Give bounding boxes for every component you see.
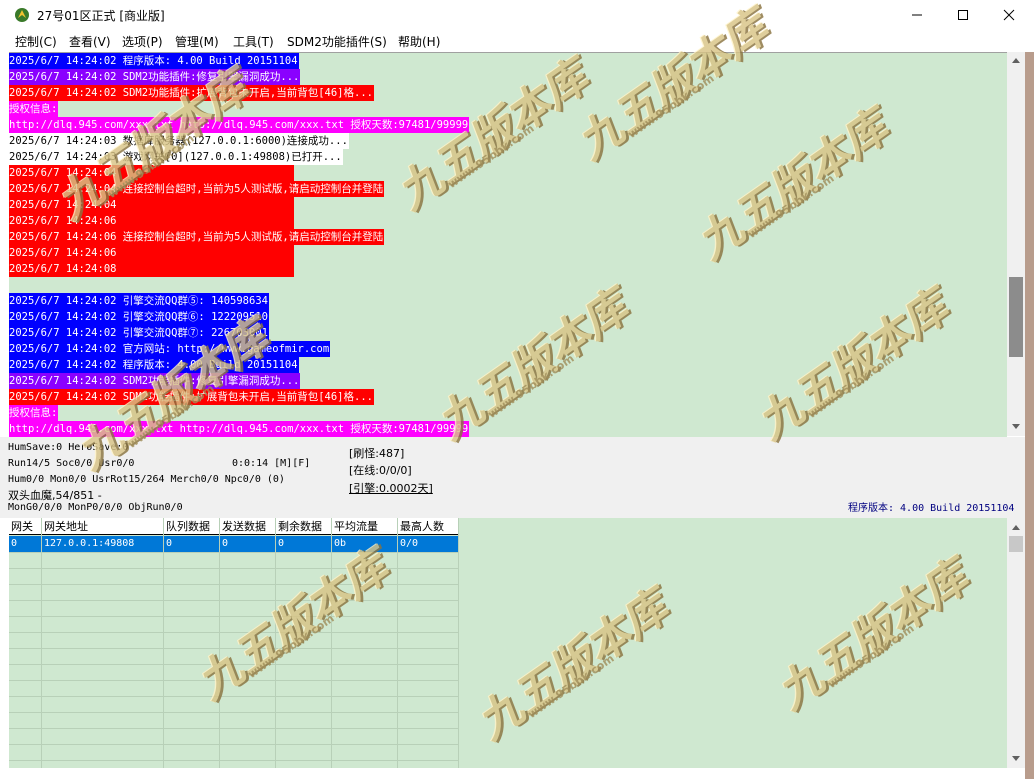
close-icon	[1003, 9, 1015, 21]
col-send-data[interactable]: 发送数据	[220, 518, 276, 535]
col-remaining-data[interactable]: 剩余数据	[276, 518, 332, 535]
cell-queue[interactable]: 0	[164, 536, 220, 552]
col-max-users[interactable]: 最高人数	[398, 518, 459, 535]
monster-gen-stats: MonG0/0/0 MonP0/0/0 ObjRun0/0	[8, 502, 183, 513]
log-line: 2025/6/7 14:24:08	[9, 261, 294, 277]
stats-panel: HumSave:0 HeroSave:0 Run14/5 Soc0/0 Usr0…	[0, 437, 1034, 518]
grid-line	[9, 712, 459, 713]
col-avg-traffic[interactable]: 平均流量	[332, 518, 398, 535]
log-line: 2025/6/7 14:24:02 引擎交流QQ群⑥: 122209510	[9, 309, 269, 325]
grid-line	[9, 552, 459, 553]
cell-address[interactable]: 127.0.0.1:49808	[42, 536, 164, 552]
col-gateway-address[interactable]: 网关地址	[42, 518, 164, 535]
grid-line	[9, 600, 459, 601]
grid-line	[9, 632, 459, 633]
scroll-up-icon[interactable]	[1012, 57, 1020, 63]
save-stats: HumSave:0 HeroSave:0	[8, 442, 129, 453]
maximize-icon	[958, 10, 968, 20]
cell-send[interactable]: 0	[220, 536, 276, 552]
menu-help[interactable]: 帮助(H)	[398, 33, 440, 50]
menu-sdm2-plugin[interactable]: SDM2功能插件(S)	[287, 33, 387, 50]
grid-line	[397, 518, 398, 768]
minimize-icon	[912, 14, 922, 16]
scroll-up-icon[interactable]	[1012, 524, 1020, 530]
menu-options[interactable]: 选项(P)	[122, 33, 163, 50]
grid-line	[9, 696, 459, 697]
grid-line	[9, 568, 459, 569]
col-gateway[interactable]: 网关	[9, 518, 42, 535]
log-line: 2025/6/7 14:24:06 连接控制台超时,当前为5人测试版,请启动控制…	[9, 229, 385, 245]
log-line: 2025/6/7 14:24:04	[9, 197, 294, 213]
cell-avg-traffic[interactable]: 0b	[332, 536, 398, 552]
online-count: [在线:0/0/0]	[349, 464, 412, 477]
log-line: 2025/6/7 14:24:02 引擎交流QQ群⑤: 140598634	[9, 293, 269, 309]
cell-gateway[interactable]: 0	[9, 536, 42, 552]
log-line: 2025/6/7 14:24:02 程序版本: 4.00 Build 20151…	[9, 53, 299, 69]
desktop-background-strip	[1025, 52, 1034, 779]
grid-line	[163, 518, 164, 768]
log-line: 授权信息:	[9, 405, 59, 421]
log-line: 授权信息:	[9, 101, 59, 117]
app-dragon-icon	[15, 8, 29, 22]
log-scrollbar[interactable]	[1007, 52, 1025, 436]
log-line: 2025/6/7 14:24:02 程序版本: 4.00 Build 20151…	[9, 357, 299, 373]
log-line: 2025/6/7 14:24:06	[9, 245, 294, 261]
scroll-down-icon[interactable]	[1012, 756, 1020, 762]
server-log[interactable]: 2025/6/7 14:24:02 程序版本: 4.00 Build 20151…	[9, 52, 1007, 437]
menu-bar: 控制(C) 查看(V) 选项(P) 管理(M) 工具(T) SDM2功能插件(S…	[0, 30, 1034, 51]
gateway-table[interactable]: 网关 网关地址 队列数据 发送数据 剩余数据 平均流量 最高人数 0 127.0…	[9, 518, 1007, 768]
grid-line	[9, 664, 459, 665]
engine-days: [引擎:0.0002天]	[349, 482, 433, 495]
grid-line	[9, 584, 459, 585]
log-line: 2025/6/7 14:24:03 游戏网关[0](127.0.0.1:4980…	[9, 149, 343, 165]
uptime-timer: 0:0:14 [M][F]	[232, 458, 311, 469]
menu-control[interactable]: 控制(C)	[15, 33, 57, 50]
table-scrollbar[interactable]	[1007, 518, 1025, 768]
program-version: 程序版本: 4.00 Build 20151104	[848, 503, 1015, 514]
window-title: 27号01区正式 [商业版]	[37, 9, 165, 23]
run-stats: Run14/5 Soc0/0 Usr0/0	[8, 458, 135, 469]
grid-line	[275, 518, 276, 768]
grid-line	[9, 760, 459, 761]
menu-manage[interactable]: 管理(M)	[175, 33, 219, 50]
grid-line	[41, 518, 42, 768]
log-scroll-thumb[interactable]	[1009, 277, 1023, 357]
col-queue-data[interactable]: 队列数据	[164, 518, 220, 535]
log-line: 2025/6/7 14:24:02 官方网站: http://www.gameo…	[9, 341, 331, 357]
monster-status: 双头血魔,54/851 -	[8, 489, 102, 502]
grid-line	[9, 680, 459, 681]
menu-view[interactable]: 查看(V)	[69, 33, 111, 50]
title-bar: 27号01区正式 [商业版]	[0, 0, 1034, 30]
grid-line	[219, 518, 220, 768]
log-line: 2025/6/7 14:24:02 SDM2功能插件:扩展背包未开启,当前背包[…	[9, 85, 374, 101]
grid-line	[9, 616, 459, 617]
object-stats: Hum0/0 Mon0/0 UsrRot15/264 Merch0/0 Npc0…	[8, 474, 285, 485]
maximize-button[interactable]	[940, 0, 986, 30]
grid-line	[9, 728, 459, 729]
log-line: 2025/6/7 14:24:02 引擎交流QQ群⑦: 226703001	[9, 325, 269, 341]
log-line: http://dlq.945.com/xxx.txt http://dlq.94…	[9, 421, 470, 437]
log-line: 2025/6/7 14:24:03 数据库服务器(127.0.0.1:6000)…	[9, 133, 349, 149]
log-line: 2025/6/7 14:24:04	[9, 165, 294, 181]
refresh-monster-count: [刷怪:487]	[349, 447, 405, 460]
scroll-down-icon[interactable]	[1012, 424, 1020, 430]
cell-remaining[interactable]: 0	[276, 536, 332, 552]
log-line: 2025/6/7 14:24:02 SDM2功能插件:扩展背包未开启,当前背包[…	[9, 389, 374, 405]
log-line: 2025/6/7 14:24:02 SDM2功能插件:修复引擎漏洞成功...	[9, 69, 301, 85]
table-scroll-thumb[interactable]	[1009, 536, 1023, 552]
log-line: http://dlq.945.com/xxx.txt http://dlq.94…	[9, 117, 470, 133]
log-line: 2025/6/7 14:24:02 SDM2功能插件:修复引擎漏洞成功...	[9, 373, 301, 389]
grid-line	[9, 744, 459, 745]
grid-line	[9, 648, 459, 649]
close-button[interactable]	[986, 0, 1032, 30]
log-line: 2025/6/7 14:24:04 连接控制台超时,当前为5人测试版,请启动控制…	[9, 181, 385, 197]
minimize-button[interactable]	[894, 0, 940, 30]
grid-line	[331, 518, 332, 768]
menu-tools[interactable]: 工具(T)	[233, 33, 274, 50]
grid-line	[458, 518, 459, 768]
log-line: 2025/6/7 14:24:06	[9, 213, 294, 229]
cell-max-users[interactable]: 0/0	[398, 536, 459, 552]
